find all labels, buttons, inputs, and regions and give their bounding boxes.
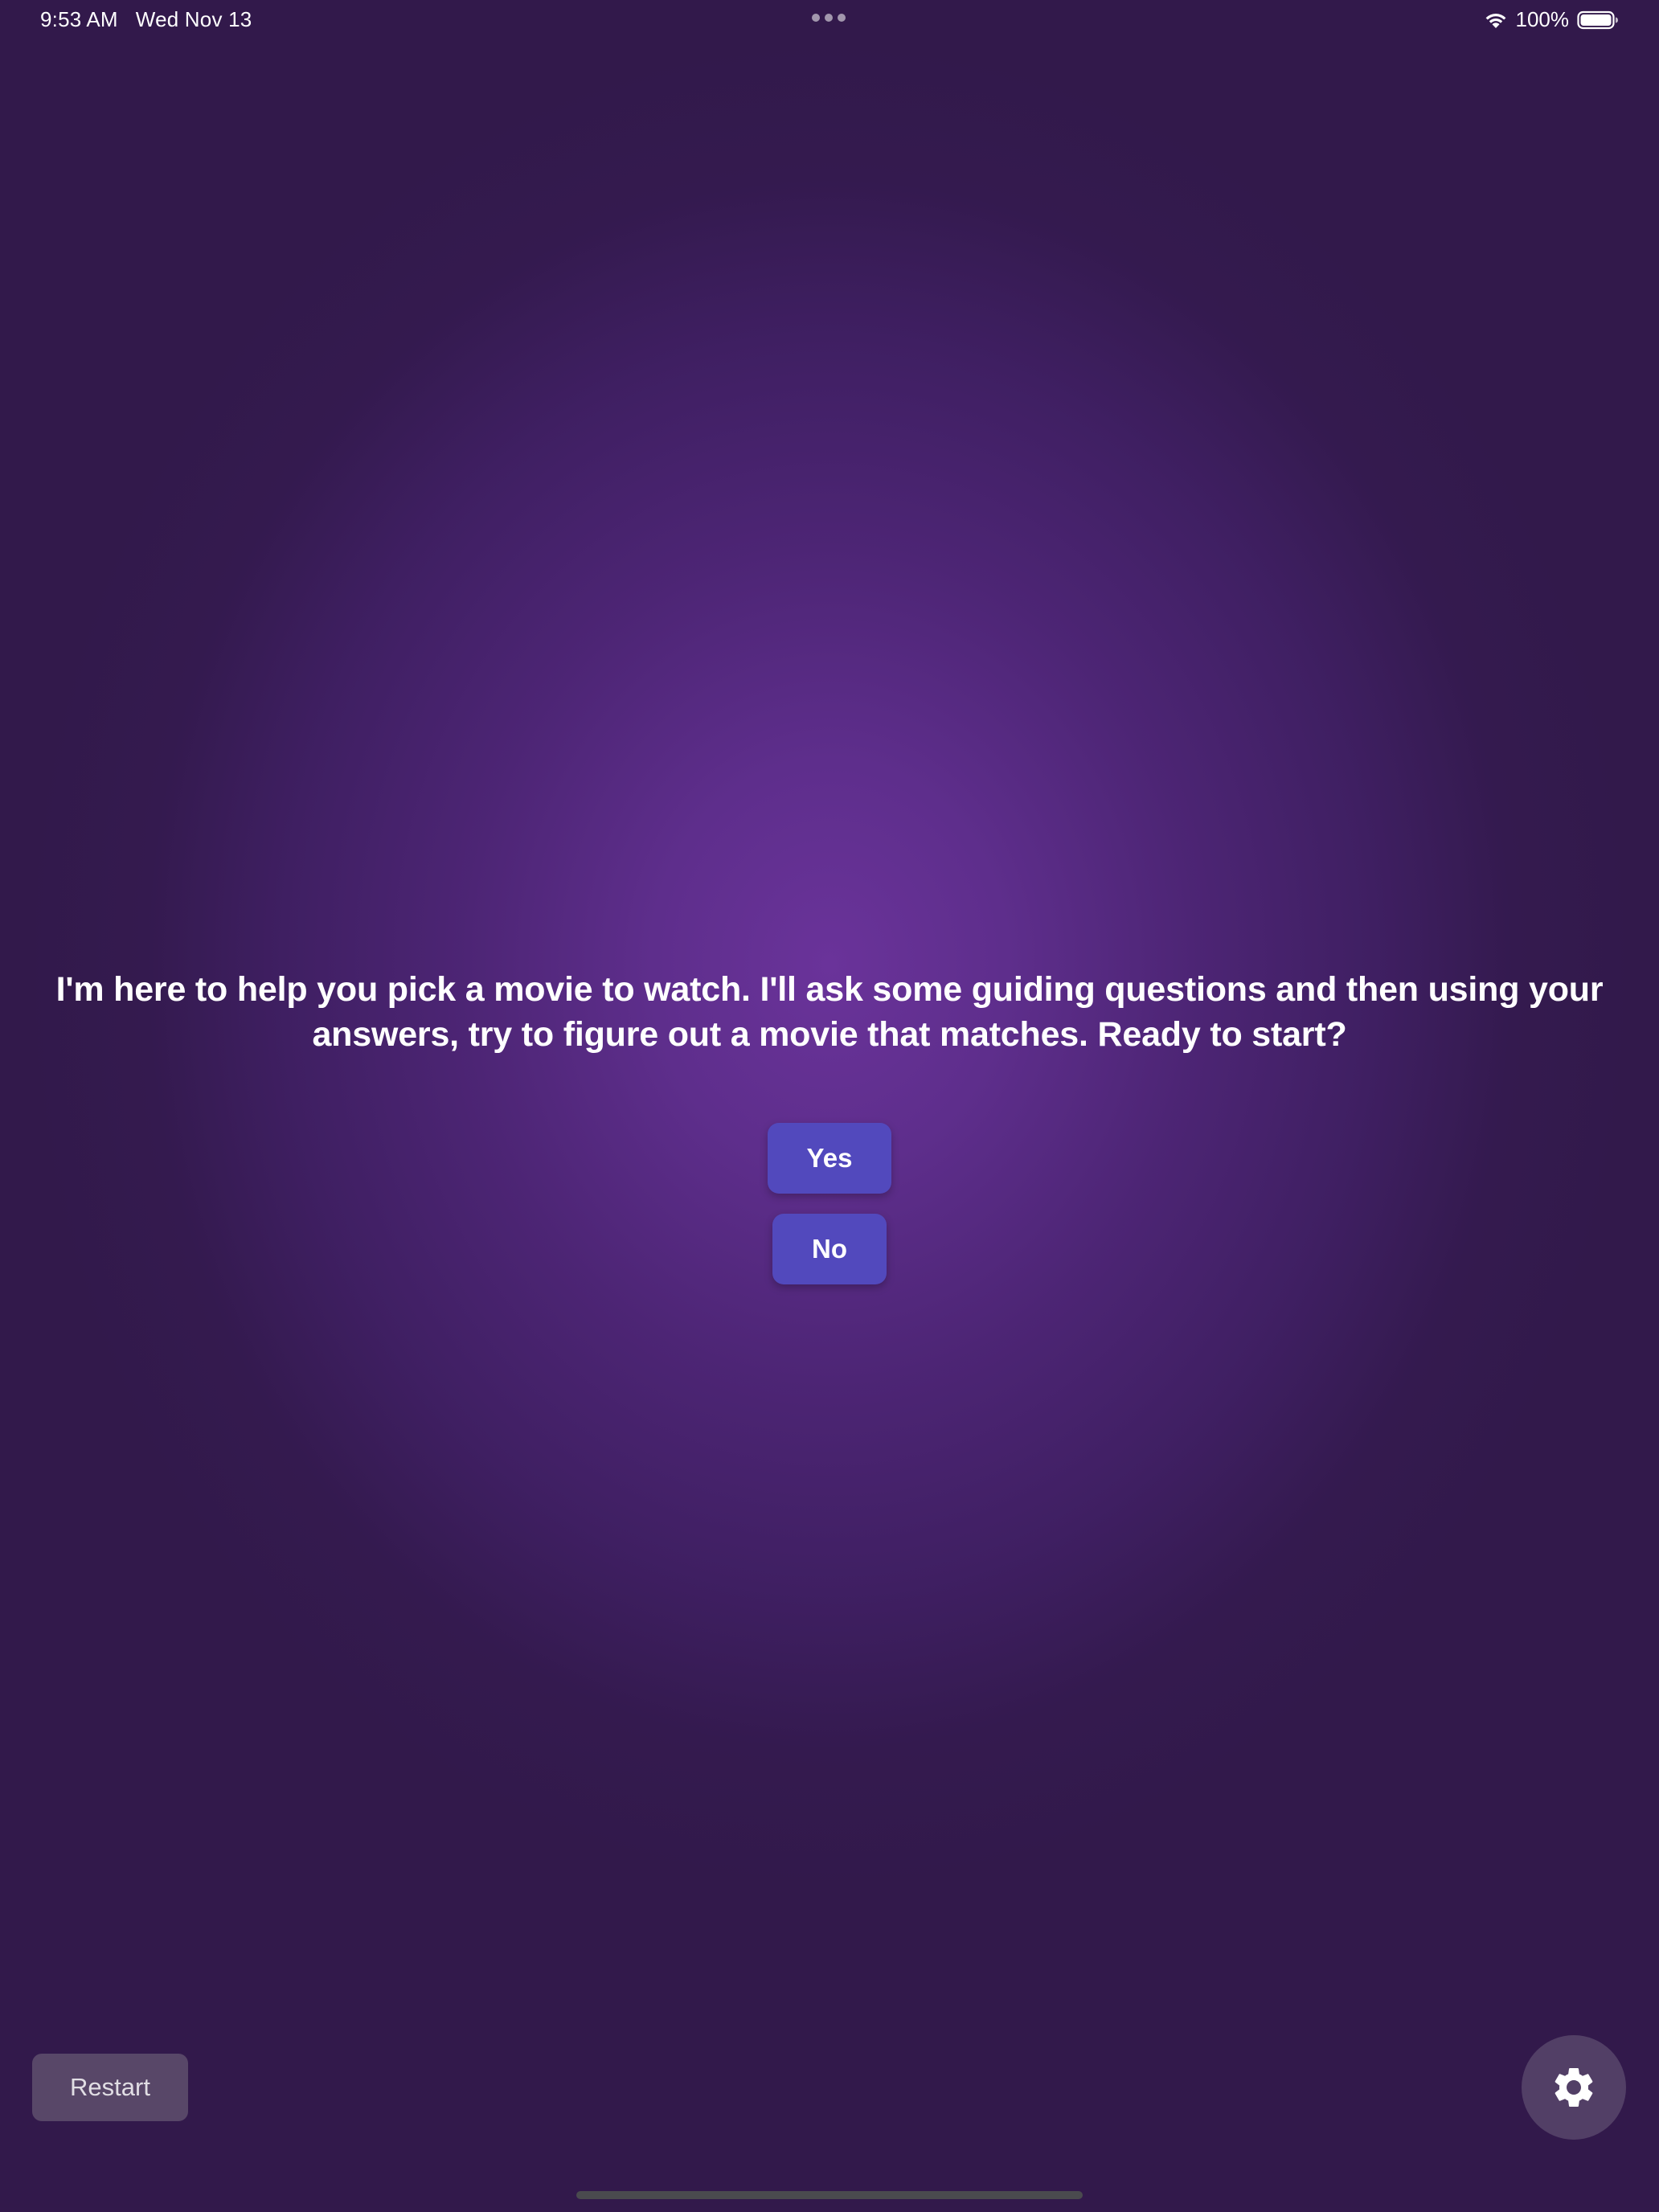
multitasking-dots-icon[interactable]	[812, 14, 846, 22]
status-bar: 9:53 AM Wed Nov 13 100%	[0, 0, 1659, 39]
battery-full-icon	[1577, 10, 1618, 29]
status-left: 9:53 AM Wed Nov 13	[40, 7, 252, 32]
battery-percent: 100%	[1515, 7, 1570, 31]
status-date: Wed Nov 13	[135, 7, 252, 31]
wifi-icon	[1485, 13, 1505, 28]
no-button[interactable]: No	[772, 1214, 887, 1284]
status-time: 9:53 AM	[40, 7, 118, 31]
settings-button[interactable]	[1522, 2035, 1626, 2140]
prompt-text: I'm here to help you pick a movie to wat…	[55, 970, 1604, 1054]
home-indicator[interactable]	[576, 2191, 1083, 2199]
status-right: 100%	[1484, 7, 1620, 32]
restart-button[interactable]: Restart	[32, 2054, 188, 2121]
gear-icon	[1555, 2068, 1593, 2107]
yes-button[interactable]: Yes	[768, 1123, 891, 1194]
